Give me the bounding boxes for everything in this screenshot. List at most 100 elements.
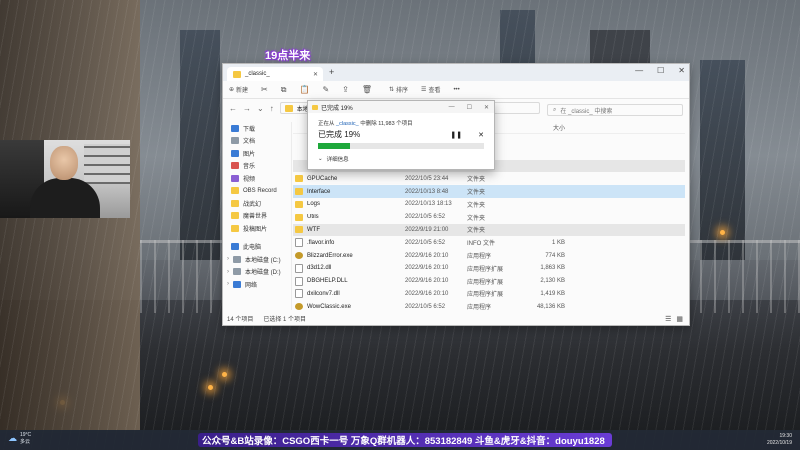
pause-button[interactable]: ❚❚	[450, 131, 462, 139]
file-type: 文件夹	[467, 202, 486, 209]
file-row[interactable]: Logs 2022/10/13 18:13 文件夹	[293, 198, 685, 211]
sort-button-label: 排序	[396, 88, 409, 94]
file-name: WTF	[307, 226, 320, 233]
file-size: 774 KB	[545, 252, 565, 259]
view-button[interactable]: ☰ 查看	[421, 85, 440, 94]
file-row[interactable]: DBGHELP.DLL 2022/9/16 20:10 应用程序扩展 2,130 KB	[293, 275, 685, 288]
forward-arrow-icon[interactable]: →	[243, 104, 251, 113]
title-bar[interactable]: _classic_ ✕ + — ☐ ✕	[223, 64, 689, 81]
delete-progress-dialog[interactable]: 已完成 19% — ☐ ✕ 正在从 _classic_ 中删除 11,983 个…	[307, 100, 495, 170]
file-type: 应用程序	[467, 305, 492, 312]
sidebar-item[interactable]: 魔兽世界	[223, 210, 291, 223]
sidebar-item-label: 此电脑	[243, 245, 262, 252]
sidebar-item[interactable]: 下载	[223, 122, 291, 135]
more-details-button[interactable]: ⌄ 详细信息	[308, 149, 494, 163]
folder-icon	[231, 224, 239, 232]
dialog-title: 已完成 19%	[321, 105, 353, 112]
file-type: INFO 文件	[467, 241, 495, 248]
dialog-minimize-button[interactable]: —	[449, 104, 455, 111]
sidebar-item[interactable]: 战武幻	[223, 197, 291, 210]
file-row[interactable]: d3d12.dll 2022/9/16 20:10 应用程序扩展 1,863 KB	[293, 262, 685, 275]
file-row[interactable]: Utils 2022/10/5 6:52 文件夹	[293, 211, 685, 224]
folder-icon	[312, 104, 318, 110]
folder-icon	[295, 200, 303, 208]
expand-chevron-icon[interactable]: ›	[227, 281, 229, 287]
sidebar-item[interactable]: › 网络	[223, 278, 291, 291]
file-type: 文件夹	[467, 177, 486, 184]
folder-icon	[295, 226, 303, 234]
file-row[interactable]: dxilconv7.dll 2022/9/16 20:10 应用程序扩展 1,419 …	[293, 288, 685, 301]
sidebar-item-label: 网络	[245, 282, 258, 289]
sidebar-item[interactable]: › 本地磁盘 (D:)	[223, 266, 291, 279]
weather-widget[interactable]: ☁ 19°C 多云	[8, 432, 31, 445]
source-folder-link[interactable]: _classic_	[336, 121, 359, 127]
sidebar-item[interactable]: 图片	[223, 147, 291, 160]
download-icon	[231, 124, 239, 132]
more-button[interactable]: •••	[453, 87, 459, 93]
sidebar-item[interactable]: 投稿图片	[223, 222, 291, 235]
file-type: 应用程序扩展	[467, 279, 504, 286]
file-name: Utils	[307, 214, 319, 221]
new-button[interactable]: ⊕ 新建	[229, 85, 248, 94]
dialog-title-bar[interactable]: 已完成 19% — ☐ ✕	[308, 101, 494, 113]
file-row[interactable]: Interface 2022/10/13 8:48 文件夹	[293, 185, 685, 198]
application-icon	[295, 303, 303, 311]
minimize-button[interactable]: —	[635, 66, 643, 75]
paste-icon[interactable]: 📋	[299, 85, 309, 94]
search-icon: ⌕	[553, 106, 557, 113]
expand-chevron-icon[interactable]: ›	[227, 269, 229, 275]
webcam-feed	[0, 140, 130, 218]
picture-icon	[231, 149, 239, 157]
copy-icon[interactable]: ⧉	[281, 85, 287, 95]
sidebar-item[interactable]: OBS Record	[223, 185, 291, 198]
file-row[interactable]: WowClassic.exe 2022/10/5 6:52 应用程序 48,136 K…	[293, 300, 685, 313]
tiles-view-icon[interactable]: ▦	[676, 315, 683, 323]
file-date: 2022/10/13 18:13	[405, 201, 452, 208]
file-row[interactable]: BlizzardError.exe 2022/9/16 20:10 应用程序 774 …	[293, 249, 685, 262]
file-row[interactable]: .flavor.info 2022/10/5 6:52 INFO 文件 1 KB	[293, 236, 685, 249]
file-size: 2,130 KB	[540, 278, 565, 285]
delete-icon[interactable]: 🗑	[362, 85, 372, 94]
sort-button[interactable]: ⇅ 排序	[389, 85, 408, 94]
sidebar-item[interactable]: 文档	[223, 135, 291, 148]
file-size: 1,863 KB	[540, 265, 565, 272]
back-arrow-icon[interactable]: ←	[229, 104, 237, 113]
up-arrow-icon[interactable]: ↑	[270, 104, 274, 113]
file-name: DBGHELP.DLL	[307, 278, 348, 285]
sidebar-item[interactable]: 音乐	[223, 160, 291, 173]
recent-chevron-icon[interactable]: ⌄	[257, 104, 264, 113]
close-window-button[interactable]: ✕	[678, 66, 685, 75]
new-tab-button[interactable]: +	[329, 67, 334, 77]
rename-icon[interactable]: ✎	[322, 85, 329, 94]
column-size[interactable]: 大小	[519, 123, 565, 132]
folder-icon	[231, 199, 239, 207]
dialog-maximize-button[interactable]: ☐	[467, 104, 472, 111]
file-name: BlizzardError.exe	[307, 252, 353, 259]
sidebar-item-label: 文档	[243, 139, 256, 146]
tab-title: _classic_	[245, 71, 270, 77]
close-tab-icon[interactable]: ✕	[313, 71, 318, 78]
cut-icon[interactable]: ✂	[261, 85, 268, 94]
expand-chevron-icon[interactable]: ›	[227, 256, 229, 262]
file-row[interactable]: WTF 2022/9/19 21:00 文件夹	[293, 223, 685, 237]
clock-date: 2022/10/19	[766, 440, 792, 446]
cancel-button[interactable]: ✕	[478, 131, 484, 139]
file-row[interactable]: GPUCache 2022/10/5 23:44 文件夹	[293, 172, 685, 185]
maximize-button[interactable]: ☐	[657, 66, 664, 75]
file-name: d3d12.dll	[307, 265, 332, 272]
search-placeholder: 在 _classic_ 中搜索	[560, 108, 613, 115]
sidebar-item[interactable]: › 本地磁盘 (C:)	[223, 253, 291, 266]
system-clock[interactable]: 19:30 2022/10/19	[767, 433, 792, 447]
dialog-close-button[interactable]: ✕	[484, 104, 489, 111]
sidebar-item[interactable]: 此电脑	[223, 241, 291, 254]
search-input[interactable]: ⌕ 在 _classic_ 中搜索	[547, 104, 683, 116]
file-date: 2022/9/16 20:10	[405, 290, 449, 297]
details-view-icon[interactable]: ☰	[665, 315, 671, 323]
new-button-label: 新建	[236, 88, 249, 94]
share-icon[interactable]: ⇪	[342, 85, 349, 94]
command-bar: ⊕ 新建 ✂ ⧉ 📋 ✎ ⇪ 🗑 ⇅ 排序 ☰ 查看 •••	[223, 81, 689, 99]
sidebar-item-label: 视频	[243, 176, 256, 183]
explorer-tab[interactable]: _classic_ ✕	[227, 67, 323, 81]
file-icon	[295, 289, 303, 299]
sidebar-item[interactable]: 视频	[223, 172, 291, 185]
